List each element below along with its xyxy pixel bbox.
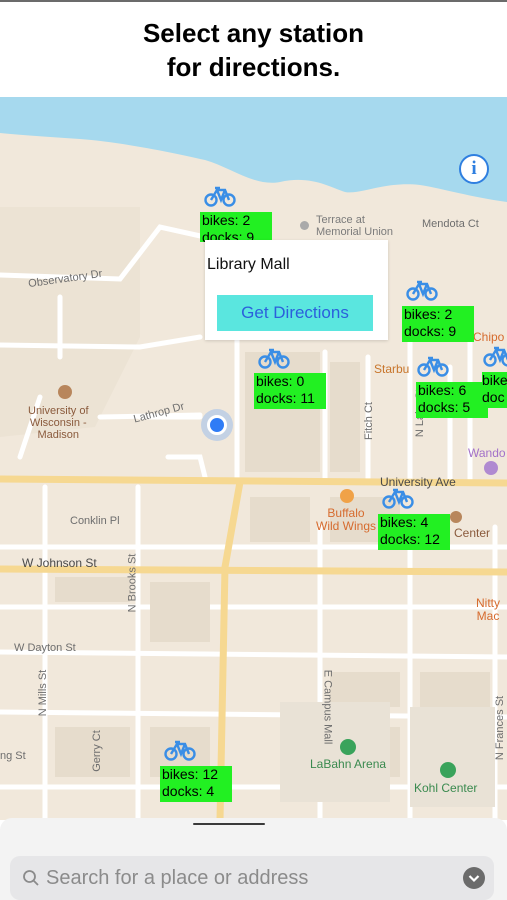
bicycle-icon	[204, 186, 236, 207]
station-callout: Library Mall Get Directions	[205, 240, 388, 340]
fitch-ct-label: Fitch Ct	[362, 402, 375, 440]
w-johnson-st-label: W Johnson St	[22, 556, 97, 570]
station-label: bike doc	[482, 372, 507, 408]
bicycle-icon	[483, 346, 507, 367]
page-title: Select any station for directions.	[142, 17, 365, 82]
nitty-gritty-label: Nitty Mac	[476, 596, 500, 623]
conklin-pl-label: Conklin Pl	[70, 515, 120, 527]
e-campus-mall-label: E Campus Mall	[321, 669, 334, 745]
header: Select any station for directions.	[0, 2, 507, 97]
center-label: Center	[454, 526, 491, 540]
university-label: University of Wisconsin - Madison	[28, 405, 89, 441]
bicycle-icon	[258, 348, 290, 369]
labahn-arena-label: LaBahn Arena	[310, 757, 387, 771]
map-base	[0, 97, 507, 820]
n-frances-st-label: N Frances St	[494, 695, 507, 761]
center-icon	[450, 511, 462, 523]
station-label: bikes: 6 docks: 5	[416, 382, 488, 418]
n-brooks-st-label: N Brooks St	[126, 553, 139, 613]
station-label: bikes: 2 docks: 9	[200, 212, 272, 242]
mendota-ct-label: Mendota Ct	[422, 218, 479, 230]
terrace-icon	[300, 221, 309, 230]
bicycle-icon	[406, 280, 438, 301]
wando-label: Wando	[468, 446, 506, 460]
search-input[interactable]	[46, 856, 446, 900]
station-label: bikes: 0 docks: 11	[254, 373, 326, 409]
callout-title: Library Mall	[207, 256, 290, 273]
labahn-icon	[340, 739, 356, 755]
w-dayton-st-label: W Dayton St	[14, 642, 76, 654]
sheet-grabber[interactable]	[193, 823, 265, 825]
starbucks-label: Starbu	[374, 362, 410, 376]
n-mills-st-label: N Mills St	[37, 669, 50, 717]
get-directions-button[interactable]: Get Directions	[217, 295, 373, 331]
chipotle-label: Chipo	[473, 330, 505, 344]
user-location-marker	[201, 409, 233, 441]
bicycle-icon	[164, 740, 196, 761]
info-button[interactable]: i	[459, 154, 489, 184]
bottom-sheet[interactable]	[0, 818, 507, 900]
search-bar[interactable]	[10, 856, 494, 900]
search-icon	[23, 870, 39, 886]
station-label: bikes: 4 docks: 12	[378, 514, 450, 550]
map-view[interactable]: Terrace at Memorial Union Mendota Ct Obs…	[0, 97, 507, 820]
buffalo-wild-wings-label: Buffalo Wild Wings	[316, 506, 377, 533]
gerry-ct-label: Gerry Ct	[90, 730, 103, 772]
ng-st-label: ng St	[0, 750, 26, 762]
bicycle-icon	[382, 488, 414, 509]
university-icon	[58, 385, 72, 399]
station-label: bikes: 12 docks: 4	[160, 766, 232, 802]
station-label: bikes: 2 docks: 9	[402, 306, 474, 342]
wando-icon	[484, 461, 498, 475]
chevron-down-icon[interactable]	[463, 867, 485, 889]
buffalo-icon	[340, 489, 354, 503]
bicycle-icon	[417, 356, 449, 377]
terrace-label: Terrace at Memorial Union	[316, 214, 394, 238]
kohl-icon	[440, 762, 456, 778]
kohl-center-label: Kohl Center	[414, 781, 478, 795]
